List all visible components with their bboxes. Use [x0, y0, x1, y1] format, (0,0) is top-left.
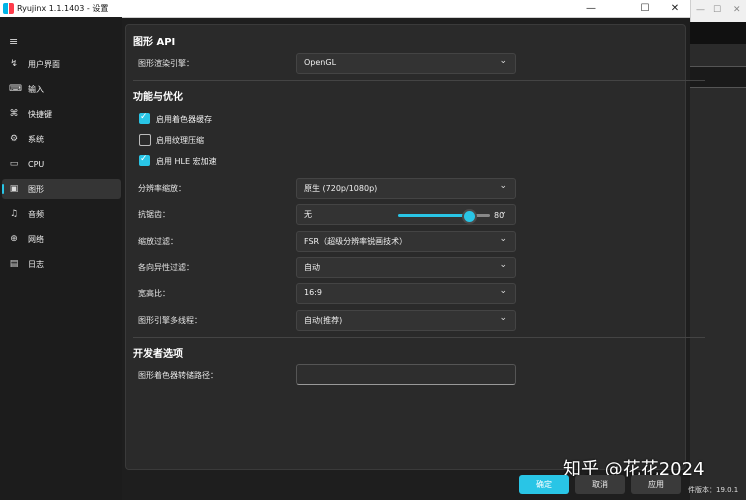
cpu-icon: ▭: [9, 159, 19, 169]
divider: [133, 80, 705, 81]
sidebar-item-hotkeys[interactable]: ⌘ 快捷键: [2, 104, 121, 124]
background-window: [690, 22, 746, 500]
image-icon: ▣: [9, 184, 19, 194]
resolution-label: 分辨率缩放：: [138, 184, 186, 193]
bg-close-button[interactable]: ✕: [733, 5, 741, 15]
sidebar-item-network[interactable]: ⊕ 网络: [2, 229, 121, 249]
multithreading-dropdown[interactable]: 自动(推荐) ⌄: [296, 310, 516, 331]
sidebar-item-label: 图形: [28, 184, 44, 194]
divider: [133, 337, 705, 338]
sidebar-item-label: 音频: [28, 209, 44, 219]
ui-icon: ↯: [10, 59, 18, 69]
bg-minimize-button[interactable]: —: [696, 5, 705, 15]
chevron-down-icon: ⌄: [499, 260, 507, 270]
anisotropic-filter-dropdown[interactable]: 自动 ⌄: [296, 257, 516, 278]
anisotropic-filter-label: 各向异性过滤：: [138, 263, 194, 272]
apply-button[interactable]: 应用: [631, 475, 681, 494]
scaling-filter-dropdown[interactable]: FSR（超级分辨率锐画技术） ⌄: [296, 231, 516, 252]
hamburger-menu-icon[interactable]: ≡: [9, 35, 18, 48]
aspect-ratio-value: 16:9: [304, 288, 322, 297]
scaling-filter-value: FSR（超级分辨率锐画技术）: [304, 237, 408, 246]
sidebar-item-cpu[interactable]: ▭ CPU: [2, 154, 121, 174]
chevron-down-icon: ⌄: [499, 56, 507, 66]
hle-macro-checkbox[interactable]: ✓: [139, 154, 150, 166]
section-title-enhancements: 功能与优化: [133, 92, 183, 103]
sidebar-item-label: 用户界面: [28, 59, 60, 69]
window-titlebar: Ryujinx 1.1.1403 - 设置 — ☐ ✕: [0, 0, 690, 18]
background-window-titlebar: — ☐ ✕: [690, 0, 746, 22]
section-title-developer: 开发者选项: [133, 349, 183, 360]
anti-aliasing-value: 无: [304, 210, 312, 219]
aspect-ratio-dropdown[interactable]: 16:9 ⌄: [296, 283, 516, 304]
section-title-graphics-api: 图形 API: [133, 37, 176, 48]
bg-maximize-button[interactable]: ☐: [713, 5, 721, 15]
chevron-down-icon: ⌄: [499, 234, 507, 244]
cancel-button[interactable]: 取消: [575, 475, 625, 494]
background-window-toolbar: [690, 22, 746, 44]
globe-icon: ⊕: [10, 234, 18, 244]
backend-value: OpenGL: [304, 58, 337, 67]
hle-macro-label: 启用 HLE 宏加速: [156, 157, 217, 166]
keyboard-icon: ⌘: [9, 109, 19, 119]
sidebar-item-audio[interactable]: ♫ 音频: [2, 204, 121, 224]
sidebar-item-label: 快捷键: [28, 109, 52, 119]
checkmark-icon: ✓: [140, 154, 148, 164]
document-icon: ▤: [9, 259, 19, 269]
window-title: Ryujinx 1.1.1403 - 设置: [17, 4, 109, 13]
background-window-field: [690, 66, 746, 88]
settings-sidebar: ≡ ↯ 用户界面 ⌨ 输入 ⌘ 快捷键 ⚙ 系统 ▭ CPU ▣ 图形 ♫ 音频…: [0, 17, 122, 500]
ok-button[interactable]: 确定: [519, 475, 569, 494]
selection-indicator: [2, 184, 4, 194]
sidebar-item-label: CPU: [28, 159, 45, 169]
resolution-dropdown[interactable]: 原生 (720p/1080p) ⌄: [296, 178, 516, 199]
multithreading-value: 自动(推荐): [304, 316, 343, 325]
scaling-filter-label: 缩放过滤：: [138, 237, 178, 246]
checkmark-icon: ✓: [140, 112, 148, 122]
backend-label: 图形渲染引擎：: [138, 59, 194, 68]
close-button[interactable]: ✕: [655, 0, 695, 17]
gear-icon: ⚙: [9, 134, 19, 144]
anisotropic-filter-value: 自动: [304, 263, 320, 272]
ryujinx-logo-icon: [3, 3, 14, 14]
sidebar-item-system[interactable]: ⚙ 系统: [2, 129, 121, 149]
scaling-filter-slider-thumb[interactable]: [462, 209, 477, 224]
music-icon: ♫: [9, 209, 19, 219]
sidebar-item-input[interactable]: ⌨ 输入: [2, 79, 121, 99]
version-text: 件版本：19.0.1: [688, 486, 739, 494]
chevron-down-icon: ⌄: [499, 286, 507, 296]
shader-dump-path-label: 图形着色器转储路径：: [138, 371, 218, 380]
anti-aliasing-label: 抗锯齿：: [138, 210, 170, 219]
sidebar-item-label: 网络: [28, 234, 44, 244]
aspect-ratio-label: 宽高比：: [138, 289, 170, 298]
chevron-down-icon: ⌄: [499, 313, 507, 323]
shader-cache-checkbox[interactable]: ✓: [139, 112, 150, 124]
scaling-filter-level-value: 80: [494, 211, 505, 220]
backend-dropdown[interactable]: OpenGL ⌄: [296, 53, 516, 74]
shader-cache-label: 启用着色器缓存: [156, 115, 212, 124]
gamepad-icon: ⌨: [9, 84, 22, 94]
sidebar-item-graphics[interactable]: ▣ 图形: [2, 179, 121, 199]
graphics-settings-panel: 图形 API 图形渲染引擎： OpenGL ⌄ 功能与优化 ✓ 启用着色器缓存 …: [125, 24, 705, 470]
sidebar-item-label: 日志: [28, 259, 44, 269]
sidebar-item-logging[interactable]: ▤ 日志: [2, 254, 121, 274]
texture-recompression-label: 启用纹理压缩: [156, 136, 204, 145]
texture-recompression-checkbox[interactable]: [139, 134, 151, 146]
sidebar-item-ui[interactable]: ↯ 用户界面: [2, 54, 121, 74]
chevron-down-icon: ⌄: [499, 181, 507, 191]
resolution-value: 原生 (720p/1080p): [304, 184, 378, 193]
shader-dump-path-input[interactable]: [296, 364, 516, 385]
sidebar-item-label: 系统: [28, 134, 44, 144]
minimize-button[interactable]: —: [571, 0, 611, 17]
multithreading-label: 图形引擎多线程：: [138, 316, 202, 325]
sidebar-item-label: 输入: [28, 84, 44, 94]
